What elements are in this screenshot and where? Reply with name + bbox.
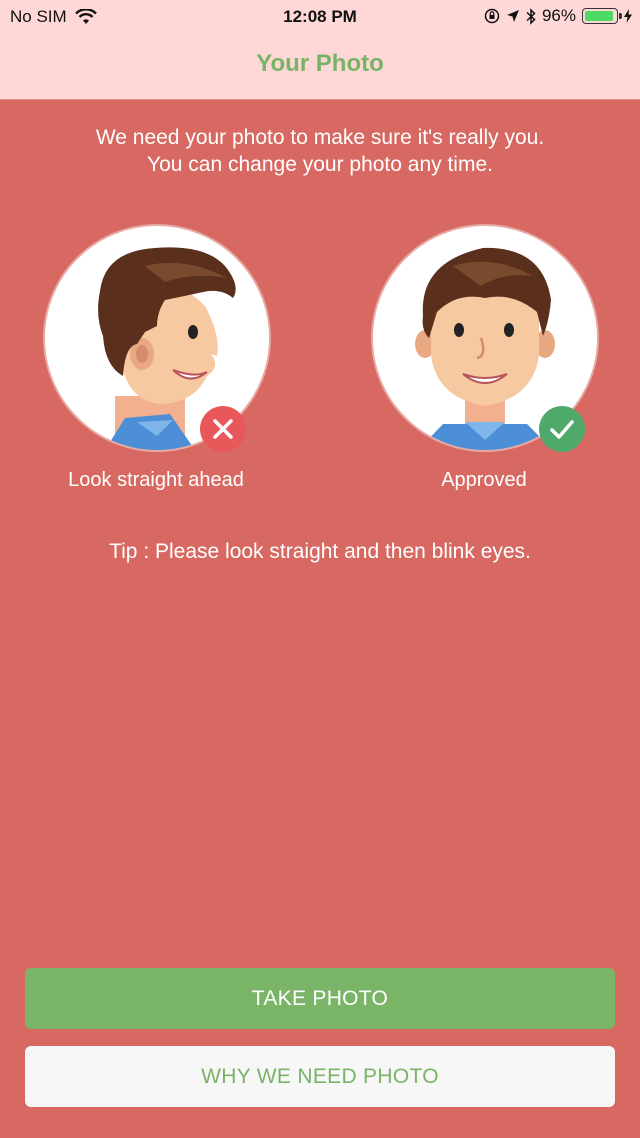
intro-text: We need your photo to make sure it's rea… <box>0 124 640 178</box>
battery-icon <box>582 8 622 24</box>
intro-line-1: We need your photo to make sure it's rea… <box>95 126 545 149</box>
example-caption-approved: Approved <box>441 469 527 491</box>
page-title: Your Photo <box>256 50 384 77</box>
battery-fill <box>585 11 613 21</box>
bluetooth-icon <box>526 7 536 25</box>
approve-badge <box>539 406 585 452</box>
top-bar: No SIM 12:08 PM 96% Your Photo <box>0 0 640 100</box>
cross-icon <box>213 419 233 439</box>
status-bar: No SIM 12:08 PM 96% <box>0 0 640 34</box>
check-icon <box>550 420 574 439</box>
why-we-need-photo-button[interactable]: WHY WE NEED PHOTO <box>25 1046 615 1107</box>
battery-percent: 96% <box>541 6 576 25</box>
charging-bolt-icon <box>624 9 632 23</box>
take-photo-button[interactable]: TAKE PHOTO <box>25 968 615 1029</box>
example-caption-rejected: Look straight ahead <box>68 469 244 491</box>
tip-text: Tip : Please look straight and then blin… <box>109 540 531 563</box>
intro-line-2: You can change your photo any time. <box>147 153 493 176</box>
orientation-lock-icon <box>484 8 500 24</box>
location-arrow-icon <box>506 10 519 22</box>
reject-badge <box>200 406 246 452</box>
